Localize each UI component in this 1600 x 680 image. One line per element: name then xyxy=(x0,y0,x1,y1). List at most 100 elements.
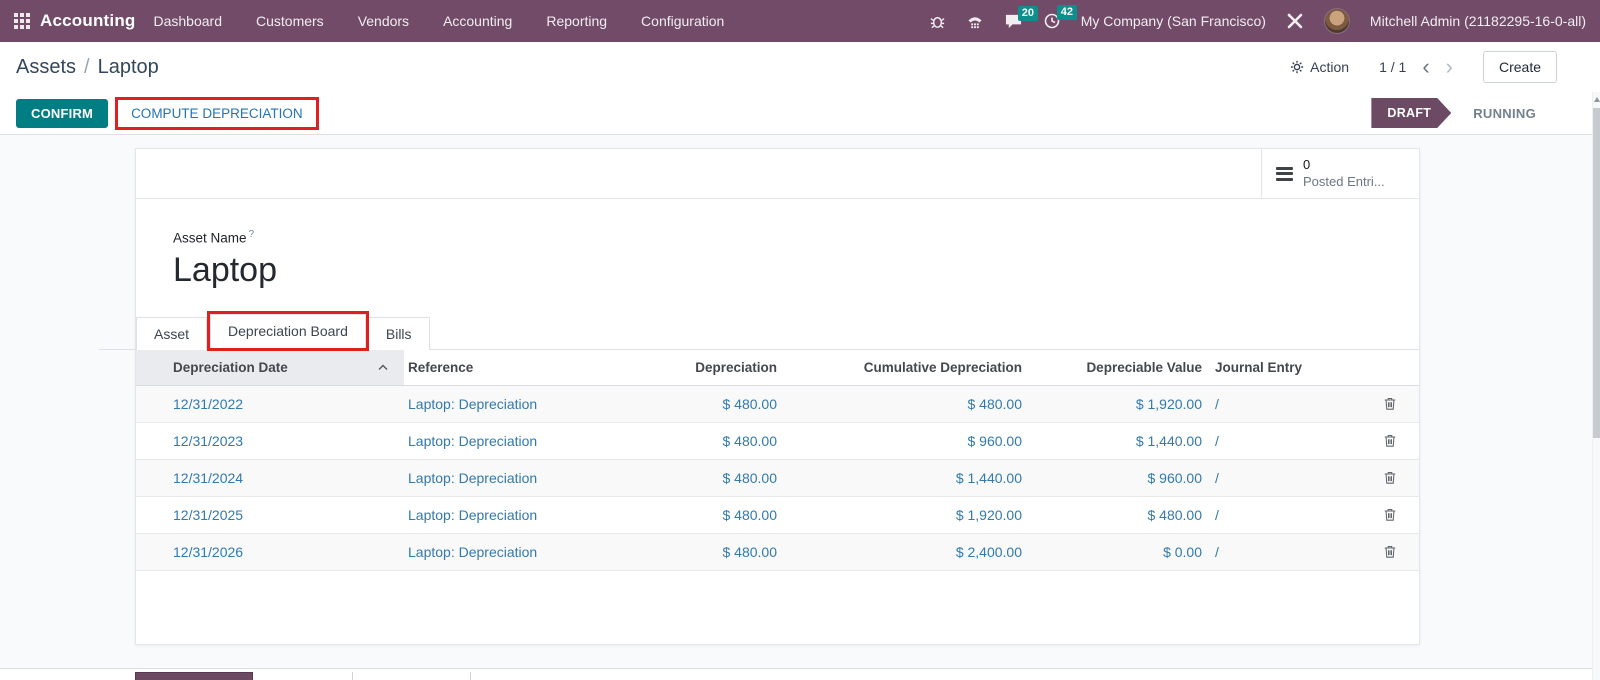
cell-journal: / xyxy=(1206,470,1316,486)
cell-depreciation: $ 480.00 xyxy=(581,544,781,560)
cell-cumulative: $ 1,440.00 xyxy=(781,470,1026,486)
delete-row-button[interactable] xyxy=(1316,507,1419,522)
cell-reference: Laptop: Depreciation xyxy=(404,396,581,412)
asset-form-sheet: 0 Posted Entri... Asset Name? Laptop Ass… xyxy=(135,148,1420,645)
nav-menu-item-accounting[interactable]: Accounting xyxy=(443,13,512,29)
cell-journal: / xyxy=(1206,396,1316,412)
annotation-box-tab: Depreciation Board xyxy=(207,311,369,351)
depreciation-table: Depreciation Date Reference Depreciation… xyxy=(136,350,1419,571)
cell-date: 12/31/2024 xyxy=(136,470,404,486)
button-box: 0 Posted Entri... xyxy=(136,149,1419,199)
breadcrumb: Assets / Laptop xyxy=(16,56,159,79)
nav-menu-item-vendors[interactable]: Vendors xyxy=(358,13,409,29)
trash-icon xyxy=(1383,507,1397,522)
cell-cumulative: $ 960.00 xyxy=(781,433,1026,449)
header-depreciation[interactable]: Depreciation xyxy=(581,360,781,375)
compute-depreciation-button[interactable]: COMPUTE DEPRECIATION xyxy=(118,100,316,127)
nav-menu: Dashboard Customers Vendors Accounting Repor… xyxy=(154,13,725,29)
delete-row-button[interactable] xyxy=(1316,544,1419,559)
pager-next-button[interactable]: › xyxy=(1446,56,1453,78)
posted-entries-button[interactable]: 0 Posted Entri... xyxy=(1261,149,1419,198)
header-reference[interactable]: Reference xyxy=(404,360,581,375)
depreciation-table-body: 12/31/2022Laptop: Depreciation$ 480.00$ … xyxy=(136,386,1419,571)
tab-depreciation-board[interactable]: Depreciation Board xyxy=(210,314,366,348)
delete-row-button[interactable] xyxy=(1316,433,1419,448)
bug-icon[interactable] xyxy=(929,13,946,30)
posted-entries-count: 0 xyxy=(1303,157,1385,173)
nav-menu-item-configuration[interactable]: Configuration xyxy=(641,13,724,29)
breadcrumb-current: Laptop xyxy=(98,56,159,79)
nav-menu-item-dashboard[interactable]: Dashboard xyxy=(154,13,223,29)
statusbar: CONFIRM COMPUTE DEPRECIATION DRAFT RUNNI… xyxy=(0,92,1600,135)
breadcrumb-assets-link[interactable]: Assets xyxy=(16,56,76,79)
table-row[interactable]: 12/31/2023Laptop: Depreciation$ 480.00$ … xyxy=(136,423,1419,460)
cell-depreciation: $ 480.00 xyxy=(581,470,781,486)
debug-tools-icon[interactable] xyxy=(1286,12,1304,30)
messages-icon[interactable]: 20 xyxy=(1004,13,1023,30)
trash-icon xyxy=(1383,544,1397,559)
help-tooltip-mark[interactable]: ? xyxy=(249,229,255,240)
cell-depreciable: $ 960.00 xyxy=(1026,470,1206,486)
create-button[interactable]: Create xyxy=(1483,51,1557,83)
status-running[interactable]: RUNNING xyxy=(1473,106,1536,121)
header-journal-entry[interactable]: Journal Entry xyxy=(1206,360,1316,375)
cell-journal: / xyxy=(1206,544,1316,560)
cell-cumulative: $ 480.00 xyxy=(781,396,1026,412)
status-draft-badge[interactable]: DRAFT xyxy=(1371,98,1451,128)
table-row[interactable]: 12/31/2026Laptop: Depreciation$ 480.00$ … xyxy=(136,534,1419,571)
sort-asc-icon xyxy=(378,364,388,371)
company-switcher[interactable]: My Company (San Francisco) xyxy=(1081,13,1266,29)
header-depreciable-value[interactable]: Depreciable Value xyxy=(1026,360,1206,375)
cell-journal: / xyxy=(1206,433,1316,449)
main-content: 0 Posted Entri... Asset Name? Laptop Ass… xyxy=(0,135,1600,680)
nav-menu-item-customers[interactable]: Customers xyxy=(256,13,324,29)
posted-entries-label: Posted Entri... xyxy=(1303,174,1385,190)
cell-date: 12/31/2026 xyxy=(136,544,404,560)
table-row[interactable]: 12/31/2022Laptop: Depreciation$ 480.00$ … xyxy=(136,386,1419,423)
table-row[interactable]: 12/31/2024Laptop: Depreciation$ 480.00$ … xyxy=(136,460,1419,497)
apps-grid-icon[interactable] xyxy=(14,13,30,29)
scroll-up-arrow[interactable] xyxy=(1594,97,1600,102)
cell-depreciation: $ 480.00 xyxy=(581,507,781,523)
app-name[interactable]: Accounting xyxy=(40,11,136,31)
control-panel: Assets / Laptop Action 1 / 1 ‹ › Create xyxy=(0,42,1600,92)
asset-name-label: Asset Name? xyxy=(173,229,1419,246)
cell-date: 12/31/2023 xyxy=(136,433,404,449)
tab-asset[interactable]: Asset xyxy=(136,317,207,350)
vertical-scrollbar[interactable] xyxy=(1592,92,1600,680)
header-depreciation-date[interactable]: Depreciation Date xyxy=(136,350,404,385)
delete-row-button[interactable] xyxy=(1316,396,1419,411)
cell-depreciable: $ 480.00 xyxy=(1026,507,1206,523)
asset-name-value[interactable]: Laptop xyxy=(173,251,1419,290)
table-header-row: Depreciation Date Reference Depreciation… xyxy=(136,350,1419,386)
cell-depreciable: $ 1,920.00 xyxy=(1026,396,1206,412)
cell-journal: / xyxy=(1206,507,1316,523)
activities-count-badge: 42 xyxy=(1057,5,1077,20)
voip-phone-icon[interactable] xyxy=(966,13,984,30)
top-navbar: Accounting Dashboard Customers Vendors Acco… xyxy=(0,0,1600,42)
cell-reference: Laptop: Depreciation xyxy=(404,544,581,560)
delete-row-button[interactable] xyxy=(1316,470,1419,485)
cell-cumulative: $ 1,920.00 xyxy=(781,507,1026,523)
confirm-button[interactable]: CONFIRM xyxy=(16,99,108,128)
cell-reference: Laptop: Depreciation xyxy=(404,507,581,523)
action-menu-button[interactable]: Action xyxy=(1290,59,1349,75)
chatter-separator xyxy=(352,672,353,680)
pager-value: 1 / 1 xyxy=(1379,59,1406,75)
tab-bills[interactable]: Bills xyxy=(369,317,430,350)
messages-count-badge: 20 xyxy=(1018,6,1038,21)
nav-menu-item-reporting[interactable]: Reporting xyxy=(546,13,607,29)
breadcrumb-separator: / xyxy=(84,56,90,79)
table-row[interactable]: 12/31/2025Laptop: Depreciation$ 480.00$ … xyxy=(136,497,1419,534)
trash-icon xyxy=(1383,433,1397,448)
header-cumulative-depreciation[interactable]: Cumulative Depreciation xyxy=(781,360,1026,375)
cell-date: 12/31/2025 xyxy=(136,507,404,523)
user-name[interactable]: Mitchell Admin (21182295-16-0-all) xyxy=(1370,13,1586,29)
pager-previous-button[interactable]: ‹ xyxy=(1422,56,1429,78)
chatter-strip xyxy=(0,668,1592,680)
user-avatar[interactable] xyxy=(1324,8,1350,34)
activities-clock-icon[interactable]: 42 xyxy=(1043,12,1061,30)
send-message-button-fragment[interactable] xyxy=(135,672,253,680)
pager: 1 / 1 ‹ › xyxy=(1379,56,1453,78)
scrollbar-thumb[interactable] xyxy=(1593,108,1600,438)
